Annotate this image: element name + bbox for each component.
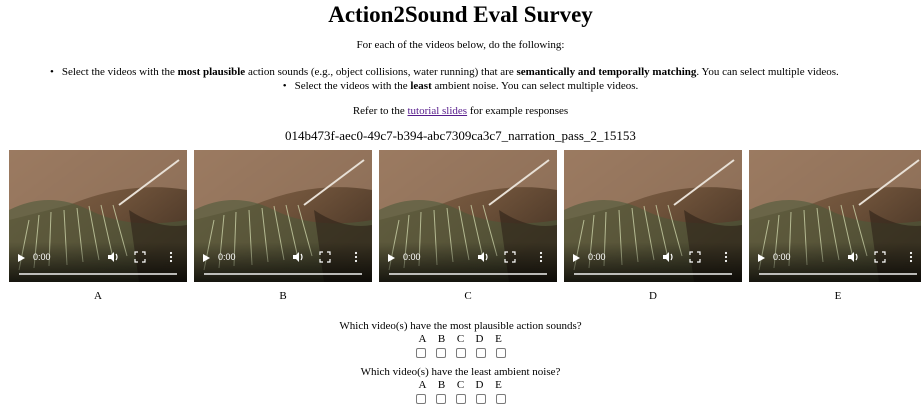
option-letter: A [418,333,427,345]
instruction-plausible: • Select the videos with the most plausib… [50,66,921,78]
instruction-text: action sounds (e.g., object collisions, … [245,66,517,78]
video-controls: 0:00 [564,242,742,282]
fullscreen-icon[interactable] [874,251,886,263]
option-letter: D [475,333,484,345]
option-checkbox-d[interactable] [475,394,486,404]
option-checkbox-a[interactable] [415,348,426,358]
fullscreen-icon[interactable] [134,251,146,263]
refer-text: for example responses [467,105,569,117]
video-label: A [94,290,102,302]
option-checkbox-c[interactable] [455,394,466,404]
fullscreen-icon[interactable] [504,251,516,263]
option-letter: B [437,333,446,345]
more-options-icon[interactable] [354,251,358,263]
video-player[interactable]: 0:00 [9,150,187,282]
video-time: 0:00 [588,252,606,262]
option-letter: E [495,379,502,391]
survey-page: Action2Sound Eval Survey For each of the… [0,0,921,418]
option-checkbox-d[interactable] [475,348,486,358]
option-checkbox-e[interactable] [495,348,506,358]
video-label: B [279,290,287,302]
video-player[interactable]: 0:00 [379,150,557,282]
video-row: 0:00 0:00 0:00 0:00 0:00 [9,150,921,282]
video-controls: 0:00 [194,242,372,282]
option-checkbox-b[interactable] [435,394,446,404]
video-controls: 0:00 [749,242,921,282]
video-progress-bar[interactable] [574,273,732,275]
question-text: Which video(s) have the most plausible a… [339,320,582,332]
option-checkbox-b[interactable] [435,348,446,358]
option-checkbox-a[interactable] [415,394,426,404]
video-time: 0:00 [33,252,51,262]
play-icon[interactable] [573,254,580,262]
play-icon[interactable] [388,254,395,262]
volume-icon[interactable] [662,251,674,263]
more-options-icon[interactable] [539,251,543,263]
option-checkbox-e[interactable] [495,394,506,404]
instruction-bold: least [410,80,432,92]
question-text: Which video(s) have the least ambient no… [360,366,561,378]
fullscreen-icon[interactable] [689,251,701,263]
volume-icon[interactable] [477,251,489,263]
video-progress-bar[interactable] [389,273,547,275]
video-time: 0:00 [218,252,236,262]
video-label: E [834,290,842,302]
volume-icon[interactable] [292,251,304,263]
play-icon[interactable] [203,254,210,262]
play-icon[interactable] [758,254,765,262]
refer-line: Refer to the tutorial slides for example… [0,105,921,117]
video-label: D [649,290,657,302]
video-progress-bar[interactable] [204,273,362,275]
instruction-bold: most plausible [177,66,246,78]
option-letter: A [418,379,427,391]
video-player[interactable]: 0:00 [564,150,742,282]
refer-text: Refer to the [352,105,408,117]
option-letter: C [456,379,465,391]
bullet: • [50,66,54,78]
option-letters: ABCDE [0,333,921,345]
video-player[interactable]: 0:00 [194,150,372,282]
play-icon[interactable] [18,254,25,262]
more-options-icon[interactable] [169,251,173,263]
volume-icon[interactable] [847,251,859,263]
more-options-icon[interactable] [724,251,728,263]
instruction-text: Select the videos with the [61,66,178,78]
video-controls: 0:00 [9,242,187,282]
tutorial-slides-link[interactable]: tutorial slides [408,105,468,117]
option-checkbox-c[interactable] [455,348,466,358]
option-letter: D [475,379,484,391]
more-options-icon[interactable] [909,251,913,263]
option-letter: C [456,333,465,345]
intro-text: For each of the videos below, do the fol… [356,39,565,51]
volume-icon[interactable] [107,251,119,263]
option-letter: E [495,333,502,345]
instruction-text: ambient noise. You can select multiple v… [431,80,639,92]
option-letter: B [437,379,446,391]
page-title: Action2Sound Eval Survey [328,2,593,27]
video-time: 0:00 [403,252,421,262]
option-checkboxes [0,394,921,412]
fullscreen-icon[interactable] [319,251,331,263]
instruction-text: . You can select multiple videos. [696,66,839,78]
instruction-bold: semantically and temporally matching [516,66,697,78]
instruction-ambient: • Select the videos with the least ambien… [0,80,921,92]
video-player[interactable]: 0:00 [749,150,921,282]
option-letters: ABCDE [0,379,921,391]
clip-id: 014b473f-aec0-49c7-b394-abc7309ca3c7_nar… [285,128,636,143]
option-checkboxes [0,348,921,366]
bullet: • [282,80,287,92]
video-progress-bar[interactable] [19,273,177,275]
video-time: 0:00 [773,252,791,262]
video-progress-bar[interactable] [759,273,917,275]
instruction-text: Select the videos with the [294,80,411,92]
video-label: C [464,290,472,302]
video-controls: 0:00 [379,242,557,282]
